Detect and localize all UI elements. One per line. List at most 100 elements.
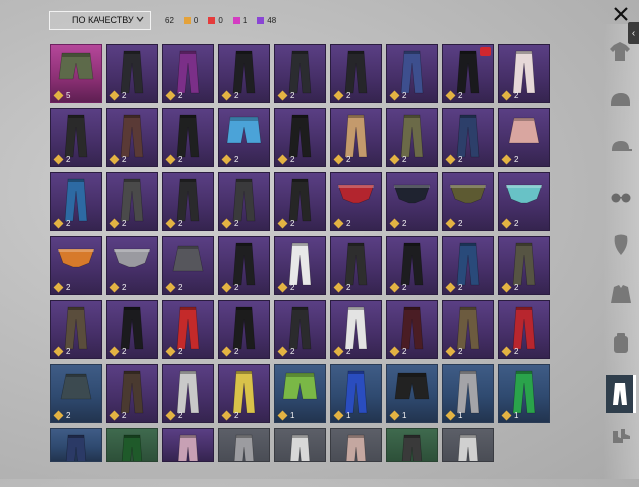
inventory-item[interactable]: 2 <box>218 300 270 359</box>
inventory-item[interactable]: 2 <box>498 300 550 359</box>
inventory-item[interactable]: 2 <box>330 44 382 103</box>
inventory-item[interactable]: 5 <box>50 44 102 103</box>
item-quantity: 2 <box>221 90 238 101</box>
inventory-item[interactable]: 1 <box>498 364 550 423</box>
item-quantity-value: 2 <box>346 91 351 100</box>
inventory-item[interactable] <box>442 428 494 462</box>
item-quantity: 2 <box>333 90 351 101</box>
category-tab[interactable] <box>606 37 636 67</box>
pants-icon <box>512 50 536 94</box>
category-tab[interactable] <box>606 375 636 413</box>
inventory-item[interactable]: 2 <box>330 300 382 359</box>
inventory-item[interactable]: 2 <box>386 108 438 167</box>
rarity-diamond-icon <box>53 90 64 101</box>
inventory-item[interactable]: 2 <box>50 172 102 231</box>
inventory-item[interactable]: 2 <box>162 108 214 167</box>
inventory-item[interactable]: 2 <box>330 172 382 231</box>
item-quantity-value: 2 <box>458 283 463 292</box>
item-quantity: 2 <box>389 90 406 101</box>
inventory-item[interactable]: 2 <box>442 44 494 103</box>
inventory-item[interactable]: 2 <box>218 364 270 423</box>
inventory-item[interactable]: 2 <box>386 300 438 359</box>
inventory-item[interactable]: 2 <box>218 172 270 231</box>
inventory-item[interactable]: 2 <box>330 108 382 167</box>
inventory-item[interactable] <box>50 428 102 462</box>
category-tab[interactable] <box>606 87 636 117</box>
rarity-diamond-icon <box>445 90 456 101</box>
inventory-item[interactable]: 2 <box>442 172 494 231</box>
category-tab[interactable] <box>606 183 636 213</box>
inventory-item[interactable]: 2 <box>442 108 494 167</box>
inventory-item[interactable]: 2 <box>106 236 158 295</box>
inventory-item[interactable]: 2 <box>274 108 326 167</box>
inventory-item[interactable]: 2 <box>274 172 326 231</box>
inventory-item[interactable]: 2 <box>330 236 382 295</box>
inventory-item[interactable]: 2 <box>162 44 214 103</box>
inventory-item[interactable]: 1 <box>442 364 494 423</box>
inventory-item[interactable]: 2 <box>50 364 102 423</box>
pants-icon <box>344 242 368 286</box>
inventory-item[interactable]: 2 <box>274 44 326 103</box>
inventory-item[interactable]: 1 <box>386 364 438 423</box>
inventory-item[interactable]: 2 <box>498 44 550 103</box>
inventory-item[interactable]: 2 <box>50 108 102 167</box>
rarity-diamond-icon <box>333 90 344 101</box>
inventory-item[interactable]: 2 <box>442 300 494 359</box>
inventory-item[interactable]: 2 <box>106 364 158 423</box>
item-quantity-value: 2 <box>122 155 127 164</box>
category-tab[interactable] <box>606 133 636 163</box>
inventory-item[interactable]: 2 <box>386 172 438 231</box>
inventory-item[interactable]: 2 <box>218 44 270 103</box>
item-quantity: 2 <box>277 218 294 229</box>
inventory-item[interactable]: 2 <box>218 108 270 167</box>
inventory-item[interactable]: 2 <box>274 236 326 295</box>
item-quantity-value: 2 <box>178 283 183 292</box>
inventory-item[interactable] <box>274 428 326 462</box>
category-tab[interactable] <box>606 328 636 358</box>
inventory-item[interactable]: 2 <box>442 236 494 295</box>
inventory-item[interactable]: 2 <box>386 236 438 295</box>
close-button[interactable] <box>612 5 630 23</box>
inventory-item[interactable]: 2 <box>162 172 214 231</box>
item-quantity: 2 <box>445 154 462 165</box>
shorts-icon <box>226 116 262 144</box>
inventory-item[interactable]: 2 <box>106 108 158 167</box>
pants-icon <box>456 306 480 350</box>
inventory-item[interactable]: 2 <box>50 236 102 295</box>
pants-icon <box>120 370 144 414</box>
inventory-item[interactable] <box>162 428 214 462</box>
inventory-item[interactable] <box>386 428 438 462</box>
item-quantity-value: 2 <box>346 283 351 292</box>
item-quantity: 2 <box>501 154 518 165</box>
rarity-diamond-icon <box>445 154 456 165</box>
inventory-item[interactable]: 2 <box>386 44 438 103</box>
inventory-item[interactable]: 2 <box>218 236 270 295</box>
item-quantity-value: 2 <box>234 347 239 356</box>
item-quantity-value: 2 <box>234 283 239 292</box>
inventory-item[interactable]: 2 <box>50 300 102 359</box>
sort-dropdown[interactable]: ПО КАЧЕСТВУ <box>49 10 151 30</box>
inventory-item[interactable]: 2 <box>162 300 214 359</box>
inventory-item[interactable] <box>330 428 382 462</box>
inventory-item[interactable] <box>106 428 158 462</box>
inventory-item[interactable]: 2 <box>106 172 158 231</box>
rarity-diamond-icon <box>109 90 120 101</box>
category-tab[interactable] <box>606 230 636 260</box>
inventory-item[interactable]: 1 <box>330 364 382 423</box>
inventory-item[interactable]: 2 <box>162 364 214 423</box>
inventory-item[interactable]: 2 <box>106 300 158 359</box>
inventory-item[interactable]: 2 <box>274 300 326 359</box>
inventory-item[interactable]: 2 <box>498 172 550 231</box>
inventory-item[interactable]: 2 <box>498 108 550 167</box>
item-quantity-value: 1 <box>346 411 351 420</box>
category-tab[interactable] <box>606 423 636 453</box>
rarity-count: 0 <box>183 16 198 25</box>
inventory-item[interactable]: 2 <box>498 236 550 295</box>
inventory-item[interactable]: 2 <box>106 44 158 103</box>
category-tab[interactable] <box>606 280 636 310</box>
item-quantity-value: 2 <box>402 219 407 228</box>
inventory-item[interactable]: 2 <box>162 236 214 295</box>
rarity-diamond-icon <box>501 282 512 293</box>
inventory-item[interactable] <box>218 428 270 462</box>
inventory-item[interactable]: 1 <box>274 364 326 423</box>
